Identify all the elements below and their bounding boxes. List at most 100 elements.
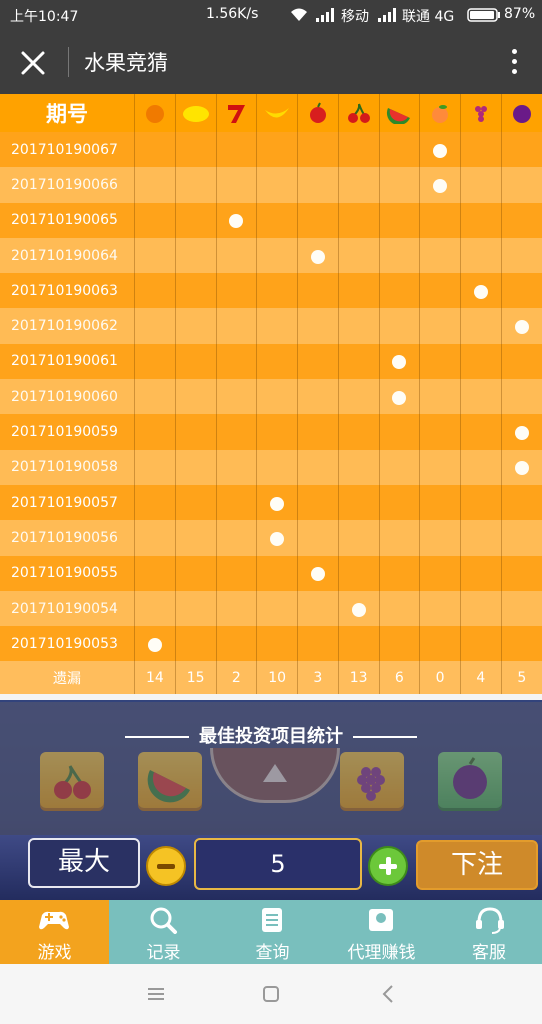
result-dot [229, 214, 244, 229]
result-dot [392, 355, 407, 370]
missing-count: 6 [378, 661, 420, 695]
more-menu-icon[interactable] [504, 46, 524, 78]
table-cell [500, 484, 542, 521]
table-cell [215, 132, 257, 168]
table-cell [500, 132, 542, 168]
status-bar: 上午10:47 1.56K/s 移动 联通 4G 87% [0, 0, 542, 30]
table-cell [134, 555, 176, 591]
table-cell [378, 555, 420, 591]
bet-controls: 最大 5 下注 [0, 835, 542, 900]
table-row: 201710190057 [0, 484, 542, 521]
table-cell [419, 132, 461, 168]
table-cell [174, 449, 216, 485]
table-cell [215, 449, 257, 485]
home-icon[interactable] [259, 982, 283, 1006]
tab-query[interactable]: 查询 [218, 900, 327, 964]
table-cell [215, 237, 257, 274]
table-cell [337, 343, 379, 380]
table-cell [419, 414, 461, 450]
table-cell [256, 626, 298, 662]
table-cell [419, 626, 461, 662]
table-cell [460, 379, 502, 415]
table-cell [297, 308, 339, 344]
watermelon-icon [387, 108, 411, 124]
stats-title-text: 最佳投资项目统计 [199, 726, 343, 747]
missing-count: 0 [419, 661, 461, 695]
back-icon[interactable] [377, 982, 401, 1006]
table-row: 201710190064 [0, 237, 542, 274]
tab-records[interactable]: 记录 [109, 900, 218, 964]
table-cell [419, 520, 461, 556]
tab-bar: 游戏 记录 查询 代理赚钱 客服 [0, 900, 542, 964]
stats-overlay: 最佳投资项目统计 [0, 702, 542, 840]
menu-icon[interactable] [144, 982, 168, 1006]
plus-button[interactable] [368, 846, 408, 886]
plum-icon [512, 105, 531, 123]
table-cell [378, 308, 420, 344]
tab-game[interactable]: 游戏 [0, 900, 109, 964]
period-number: 201710190059 [0, 414, 135, 450]
table-cell [174, 626, 216, 662]
table-cell [215, 167, 257, 203]
max-button[interactable]: 最大 [28, 838, 140, 888]
minus-button[interactable] [146, 846, 186, 886]
table-cell [297, 520, 339, 556]
grape-icon [474, 106, 487, 122]
table-cell [297, 484, 339, 521]
table-cell [378, 626, 420, 662]
table-cell [337, 308, 379, 344]
missing-count: 4 [460, 661, 502, 695]
tab-support[interactable]: 客服 [436, 900, 542, 964]
table-cell [419, 237, 461, 274]
result-dot [351, 602, 366, 617]
table-cell [174, 555, 216, 591]
table-cell [256, 308, 298, 344]
missing-count: 10 [256, 661, 298, 695]
table-cell [215, 520, 257, 556]
carrier-1: 移动 [341, 9, 369, 25]
table-cell [460, 555, 502, 591]
table-cell [500, 237, 542, 274]
table-cell [460, 626, 502, 662]
table-cell [297, 343, 339, 380]
table-cell [337, 273, 379, 309]
history-table: 期号 201710190067 201710190066 201710190065 2… [0, 94, 542, 702]
status-time: 上午10:47 [10, 9, 79, 25]
table-cell [419, 308, 461, 344]
table-cell [297, 626, 339, 662]
table-cell [378, 167, 420, 203]
table-row: 201710190065 [0, 202, 542, 238]
table-cell [500, 414, 542, 450]
table-row: 201710190067 [0, 132, 542, 168]
table-cell [256, 484, 298, 521]
table-cell [460, 520, 502, 556]
lemon-icon [182, 106, 209, 122]
tab-agent-earn[interactable]: 代理赚钱 [327, 900, 436, 964]
table-cell [256, 379, 298, 415]
table-cell [297, 449, 339, 485]
table-cell [174, 484, 216, 521]
table-cell [419, 484, 461, 521]
table-cell [460, 132, 502, 168]
bet-button[interactable]: 下注 [416, 840, 538, 890]
period-number: 201710190066 [0, 167, 135, 203]
tab-label: 记录 [146, 943, 181, 963]
table-cell [256, 343, 298, 380]
table-cell [337, 167, 379, 203]
close-icon[interactable] [14, 44, 52, 82]
table-cell [378, 449, 420, 485]
tab-label: 客服 [472, 943, 506, 963]
table-cell [337, 379, 379, 415]
table-cell [256, 555, 298, 591]
minus-icon [157, 864, 175, 869]
table-cell [174, 132, 216, 168]
signal-icon [316, 8, 334, 22]
table-cell [215, 308, 257, 344]
quantity-field[interactable]: 5 [194, 838, 362, 890]
result-dot [392, 390, 407, 405]
table-cell [297, 379, 339, 415]
table-cell [174, 414, 216, 450]
table-cell [256, 273, 298, 309]
period-number: 201710190056 [0, 520, 135, 556]
table-cell [378, 520, 420, 556]
